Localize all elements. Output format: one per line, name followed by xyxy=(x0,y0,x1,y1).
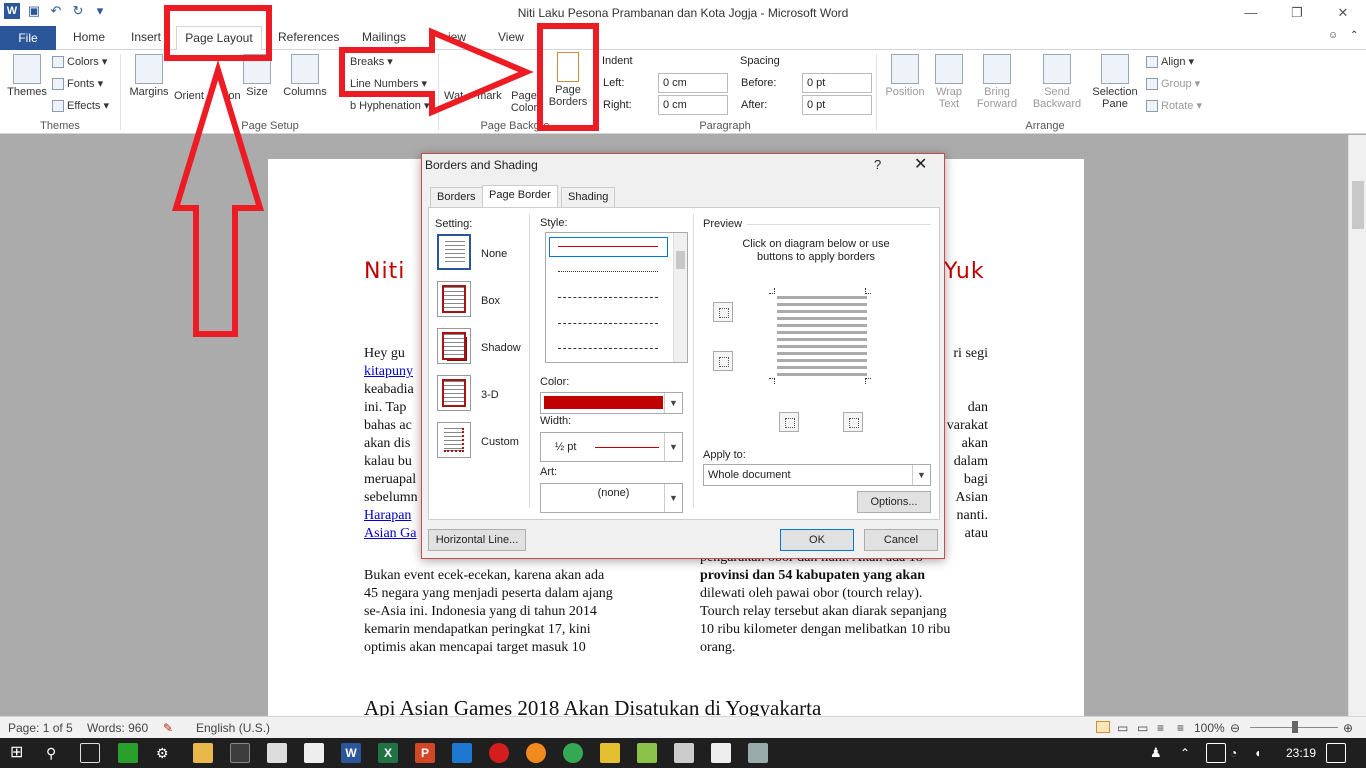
file-explorer-icon[interactable] xyxy=(193,743,213,763)
outline-view-icon[interactable]: ≡ xyxy=(1157,721,1164,735)
annotation-arrows xyxy=(171,27,534,337)
excel-icon[interactable]: X xyxy=(378,743,398,763)
firefox-icon[interactable] xyxy=(526,743,546,763)
app-folder-icon[interactable] xyxy=(600,743,620,763)
web-layout-icon[interactable]: ▭ xyxy=(1137,721,1148,735)
zoom-out-icon[interactable]: ⊖ xyxy=(1230,721,1240,735)
up-arrow-shape xyxy=(171,59,265,337)
word-count[interactable]: Words: 960 xyxy=(87,721,148,735)
app-paint-icon[interactable] xyxy=(748,743,768,763)
status-bar: Page: 1 of 5 Words: 960 ✎ English (U.S.)… xyxy=(0,716,1366,738)
volume-icon[interactable]: ◖ xyxy=(1254,743,1274,763)
network-icon[interactable]: ◔ xyxy=(1230,743,1250,763)
draft-view-icon[interactable]: ≡ xyxy=(1177,721,1184,735)
battery-icon[interactable] xyxy=(1206,743,1226,763)
full-screen-reading-icon[interactable]: ▭ xyxy=(1117,721,1128,735)
language-indicator[interactable]: English (U.S.) xyxy=(196,721,270,735)
zoom-level[interactable]: 100% xyxy=(1194,721,1225,735)
right-arrow-shape xyxy=(339,27,534,117)
notification-icon[interactable] xyxy=(1326,743,1346,763)
chrome-icon[interactable] xyxy=(563,743,583,763)
tray-chevron-icon[interactable]: ⌃ xyxy=(1180,743,1200,763)
task-view-icon[interactable] xyxy=(80,743,100,763)
command-prompt-icon[interactable] xyxy=(230,743,250,763)
store-icon[interactable] xyxy=(267,743,287,763)
windows-start-icon[interactable]: ⊞ xyxy=(10,743,30,763)
app-media-icon[interactable] xyxy=(711,743,731,763)
word-taskbar-icon[interactable]: W xyxy=(341,743,361,763)
proofing-icon[interactable]: ✎ xyxy=(163,721,173,735)
mail-icon[interactable] xyxy=(304,743,324,763)
app-image-icon[interactable] xyxy=(637,743,657,763)
zoom-in-icon[interactable]: ⊕ xyxy=(1343,721,1353,735)
opera-icon[interactable] xyxy=(489,743,509,763)
powerpoint-icon[interactable]: P xyxy=(415,743,435,763)
app-green-icon[interactable] xyxy=(118,743,138,763)
gear-icon[interactable]: ⚙ xyxy=(156,743,176,763)
clock[interactable]: 23:19 xyxy=(1286,746,1316,760)
app-microphone-icon[interactable] xyxy=(674,743,694,763)
people-icon[interactable]: ♟ xyxy=(1150,743,1170,763)
taskbar: ⊞ ⚲ ⚙ W X P ♟ ⌃ ◔ ◖ 23:19 xyxy=(0,738,1366,768)
page-count[interactable]: Page: 1 of 5 xyxy=(8,721,73,735)
zoom-slider-thumb[interactable] xyxy=(1292,721,1298,733)
search-icon[interactable]: ⚲ xyxy=(46,743,66,763)
print-layout-icon[interactable] xyxy=(1096,721,1110,733)
edge-icon[interactable] xyxy=(452,743,472,763)
